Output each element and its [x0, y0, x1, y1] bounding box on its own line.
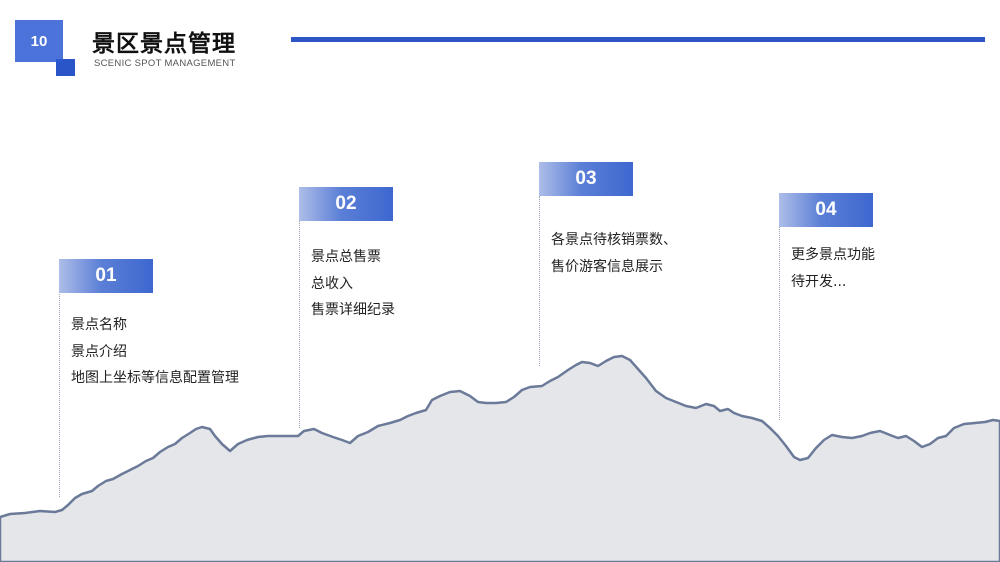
step-1-connector	[59, 292, 60, 497]
step-2-connector	[299, 220, 300, 428]
step-1-description: 景点名称 景点介绍 地图上坐标等信息配置管理	[71, 312, 239, 392]
step-2-tab: 02	[299, 187, 393, 221]
step-1-line: 景点名称	[71, 317, 127, 333]
step-4-connector	[779, 226, 780, 420]
step-1-tab: 01	[59, 259, 153, 293]
step-3-line: 售价游客信息展示	[551, 258, 663, 275]
step-3-line: 各景点待核销票数、	[551, 232, 677, 248]
step-4-line: 待开发...	[791, 273, 847, 290]
step-1-line: 地图上坐标等信息配置管理	[71, 370, 239, 386]
step-2-line: 总收入	[311, 275, 353, 292]
step-3-connector	[539, 196, 540, 366]
step-2-description: 景点总售票 总收入 售票详细纪录	[311, 244, 395, 324]
step-3-description: 各景点待核销票数、 售价游客信息展示	[551, 227, 677, 280]
step-1-number: 01	[95, 265, 117, 286]
step-3-number: 03	[575, 168, 597, 189]
step-3-tab: 03	[539, 162, 633, 196]
step-2-line: 售票详细纪录	[311, 302, 395, 318]
step-4-description: 更多景点功能 待开发...	[791, 242, 875, 295]
step-2-line: 景点总售票	[311, 249, 381, 265]
step-4-tab: 04	[779, 193, 873, 227]
step-1-line: 景点介绍	[71, 343, 127, 360]
step-4-line: 更多景点功能	[791, 247, 875, 263]
step-2-number: 02	[335, 193, 357, 214]
step-4-number: 04	[815, 199, 837, 220]
